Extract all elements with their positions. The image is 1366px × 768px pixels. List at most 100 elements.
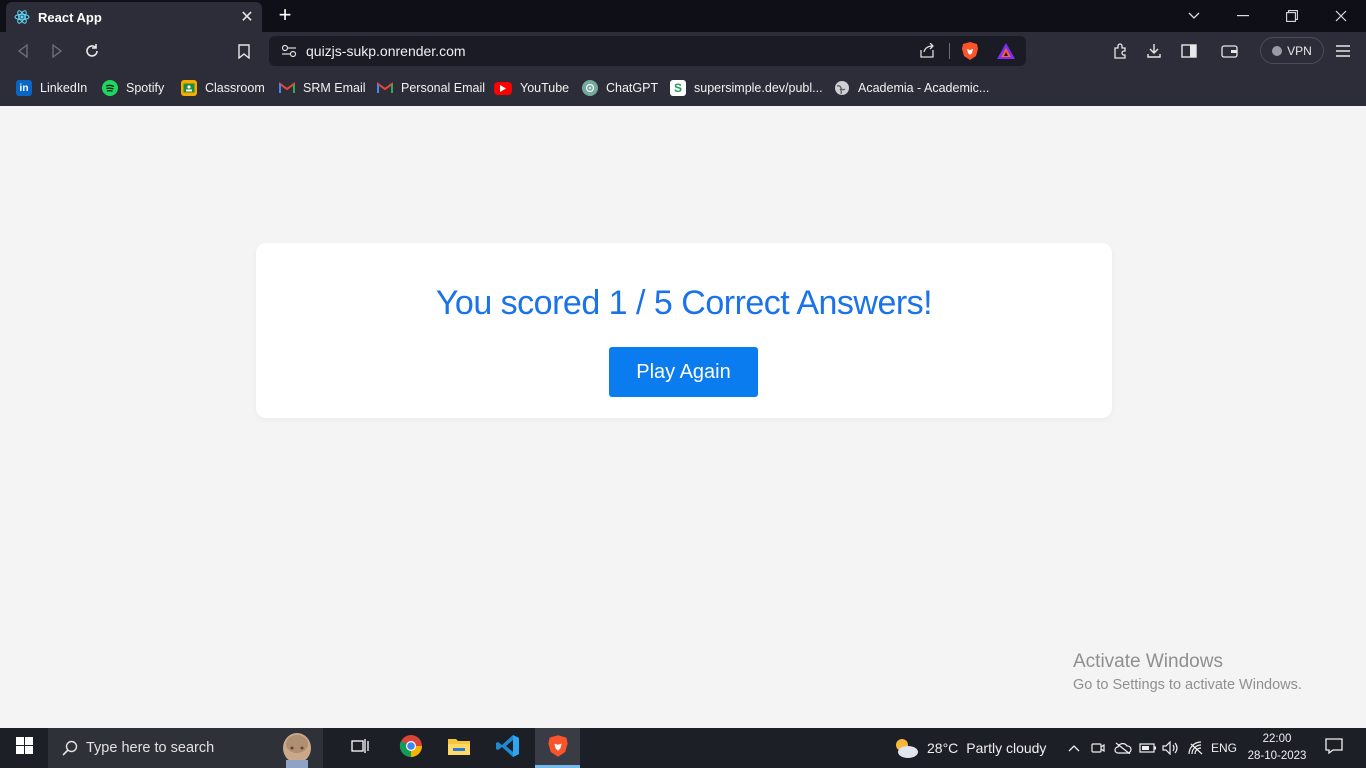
taskbar-chrome[interactable] (390, 728, 432, 768)
volume-icon[interactable] (1160, 728, 1182, 768)
reload-button[interactable] (81, 40, 103, 62)
taskbar-vscode[interactable] (487, 728, 529, 768)
youtube-icon (494, 81, 512, 95)
page-content: You scored 1 / 5 Correct Answers! Play A… (0, 106, 1366, 728)
linkedin-icon: in (16, 80, 32, 96)
gmail-icon (279, 80, 295, 96)
clock-time: 22:00 (1262, 733, 1292, 745)
tab-strip: React App ✕ + (0, 0, 1366, 32)
play-again-button[interactable]: Play Again (609, 347, 758, 397)
brave-rewards-icon[interactable] (996, 42, 1016, 65)
search-placeholder: Type here to search (86, 740, 215, 756)
tab-title: React App (38, 9, 102, 25)
browser-toolbar: quizjs-sukp.onrender.com VPN (0, 32, 1366, 70)
bookmark-linkedin[interactable]: in LinkedIn (16, 78, 87, 98)
supersimple-icon: S (670, 80, 686, 96)
notification-icon (1325, 737, 1343, 759)
bookmark-supersimple[interactable]: S supersimple.dev/publ... (670, 78, 823, 98)
bookmark-srm-email[interactable]: SRM Email (279, 78, 366, 98)
bookmark-label: ChatGPT (606, 81, 659, 95)
search-highlight-icon (280, 730, 314, 768)
vpn-status-icon (1272, 45, 1283, 56)
clock[interactable]: 22:00 28-10-2023 (1240, 731, 1314, 765)
vpn-label: VPN (1287, 43, 1312, 58)
battery-icon[interactable] (1137, 728, 1159, 768)
brave-icon (547, 734, 569, 763)
show-hidden-icons-button[interactable] (1064, 728, 1084, 768)
vscode-icon (496, 734, 520, 763)
close-tab-icon[interactable]: ✕ (236, 7, 258, 27)
result-card: You scored 1 / 5 Correct Answers! Play A… (256, 243, 1112, 418)
bookmark-chatgpt[interactable]: ChatGPT (582, 78, 658, 98)
bookmark-button[interactable] (233, 40, 255, 62)
site-settings-icon[interactable] (281, 44, 297, 63)
bookmark-spotify[interactable]: Spotify (102, 78, 164, 98)
bookmark-label: supersimple.dev/publ... (694, 81, 823, 95)
bookmark-label: Spotify (126, 81, 165, 95)
language-indicator[interactable]: ENG (1208, 728, 1240, 768)
windows-icon (15, 737, 33, 759)
downloads-icon[interactable] (1143, 40, 1165, 62)
weather-condition: Partly cloudy (966, 740, 1047, 756)
activate-title: Activate Windows (1073, 651, 1223, 672)
chatgpt-icon (582, 80, 598, 96)
onedrive-icon[interactable] (1112, 728, 1134, 768)
score-heading: You scored 1 / 5 Correct Answers! (435, 284, 933, 322)
gmail-icon (377, 80, 393, 96)
bookmarks-bar: in LinkedIn Spotify Classroom SRM Email … (0, 70, 1366, 106)
classroom-icon (181, 80, 197, 96)
partly-cloudy-icon (893, 737, 919, 759)
chevron-up-icon (1068, 739, 1080, 757)
brave-shields-icon[interactable] (961, 41, 979, 66)
bookmark-youtube[interactable]: YouTube (494, 78, 569, 98)
close-window-button[interactable] (1317, 0, 1365, 32)
sidebar-toggle-icon[interactable] (1178, 40, 1200, 62)
share-icon[interactable] (919, 42, 935, 64)
taskbar-brave[interactable] (535, 728, 580, 768)
activate-windows-watermark: Activate Windows Go to Settings to activ… (1073, 651, 1302, 693)
task-view-icon (351, 738, 369, 759)
taskbar-search-box[interactable]: Type here to search (48, 728, 323, 768)
folder-icon (447, 736, 471, 761)
bookmark-classroom[interactable]: Classroom (181, 78, 265, 98)
windows-taskbar: Type here to search 28°C Partly cloudy E… (0, 728, 1366, 768)
start-button[interactable] (0, 728, 48, 768)
globe-icon (834, 80, 850, 96)
bookmark-label: Academia - Academic... (858, 81, 990, 95)
taskbar-file-explorer[interactable] (438, 728, 480, 768)
language-label: ENG (1210, 741, 1237, 755)
back-button[interactable] (12, 40, 34, 62)
meet-now-icon[interactable] (1088, 728, 1108, 768)
bookmark-label: SRM Email (303, 81, 366, 95)
vpn-button[interactable]: VPN (1260, 37, 1324, 64)
menu-icon[interactable] (1332, 40, 1354, 62)
weather-widget[interactable]: 28°C Partly cloudy (893, 728, 1053, 768)
bookmark-personal-email[interactable]: Personal Email (377, 78, 485, 98)
bookmark-label: Personal Email (401, 81, 486, 95)
url-text: quizjs-sukp.onrender.com (306, 43, 466, 59)
bookmark-label: Classroom (205, 81, 265, 95)
restore-button[interactable] (1268, 0, 1316, 32)
bookmark-label: YouTube (520, 81, 570, 95)
extensions-icon[interactable] (1109, 40, 1131, 62)
new-tab-button[interactable]: + (274, 4, 296, 28)
url-divider (949, 43, 950, 59)
react-icon (14, 9, 30, 25)
notifications-button[interactable] (1316, 728, 1352, 768)
activate-subtitle: Go to Settings to activate Windows. (1073, 677, 1302, 693)
wallet-icon[interactable] (1218, 40, 1240, 62)
tab-search-chevron-icon[interactable] (1170, 0, 1218, 32)
minimize-button[interactable] (1219, 0, 1267, 32)
forward-button[interactable] (46, 40, 68, 62)
spotify-icon (102, 80, 118, 96)
address-bar[interactable]: quizjs-sukp.onrender.com (269, 36, 1026, 66)
network-icon[interactable] (1185, 728, 1207, 768)
tab-react-app[interactable]: React App ✕ (6, 2, 262, 32)
bookmark-academia[interactable]: Academia - Academic... (834, 78, 989, 98)
search-icon (62, 740, 78, 756)
task-view-button[interactable] (340, 728, 380, 768)
chrome-icon (399, 734, 423, 763)
bookmark-label: LinkedIn (40, 81, 88, 95)
clock-date: 28-10-2023 (1247, 750, 1307, 762)
weather-temp: 28°C (927, 740, 959, 756)
